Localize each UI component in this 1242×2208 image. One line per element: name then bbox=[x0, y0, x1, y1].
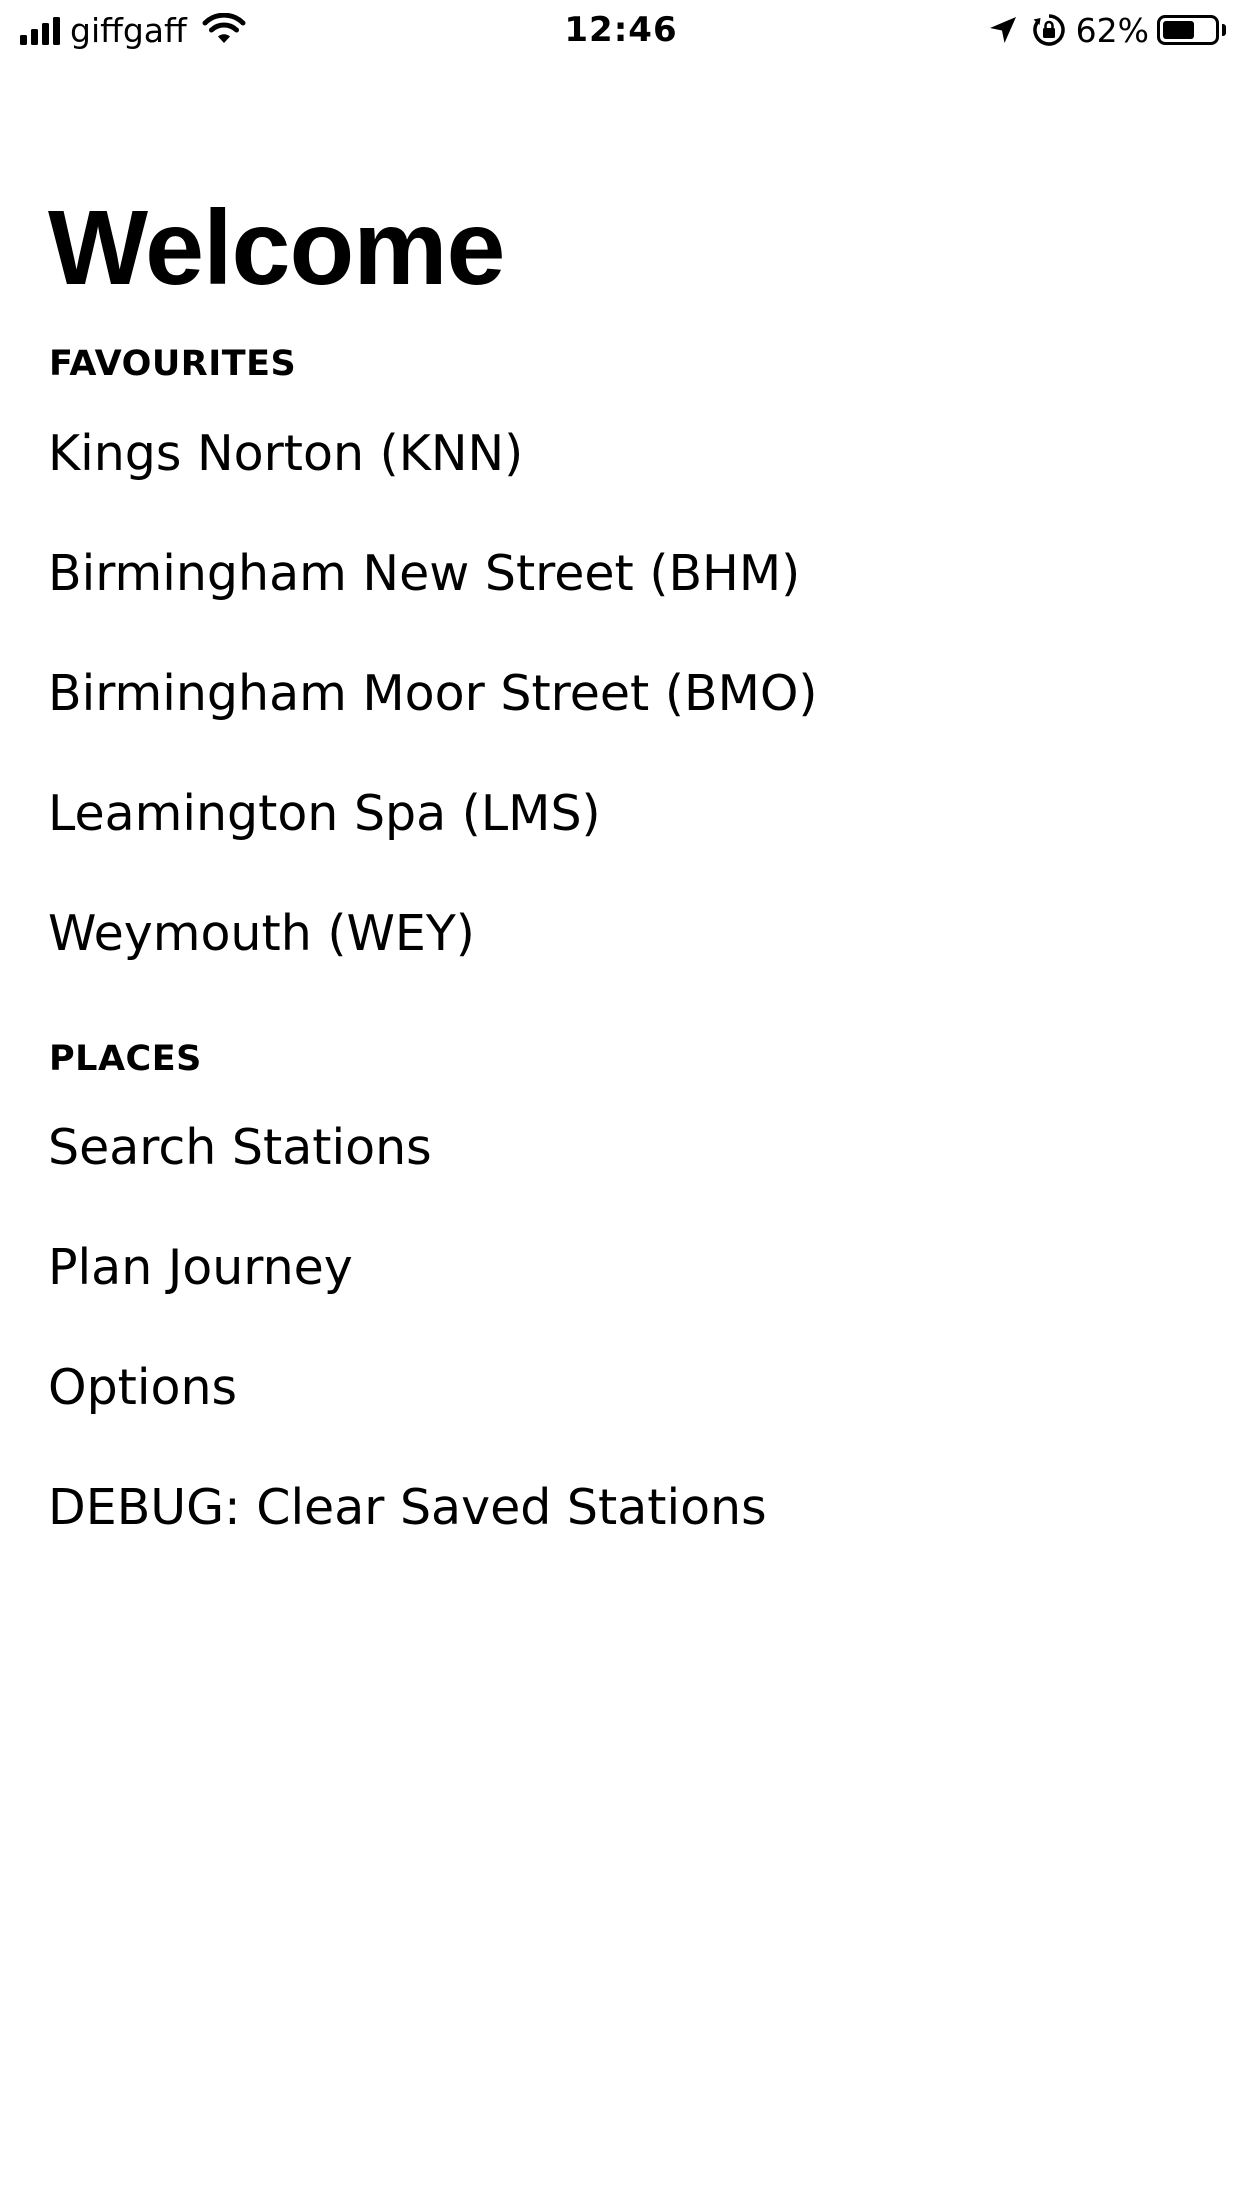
status-bar: giffgaff 12:46 62% bbox=[0, 0, 1242, 60]
favourite-station-item[interactable]: Kings Norton (KNN) bbox=[48, 414, 1198, 534]
debug-clear-saved-stations-item[interactable]: DEBUG: Clear Saved Stations bbox=[48, 1468, 1198, 1588]
favourite-station-item[interactable]: Birmingham New Street (BHM) bbox=[48, 534, 1198, 654]
battery-fill bbox=[1163, 21, 1194, 39]
favourites-header: FAVOURITES bbox=[49, 344, 297, 384]
battery-icon bbox=[1157, 15, 1219, 45]
status-bar-right: 62% bbox=[988, 8, 1226, 52]
favourite-station-item[interactable]: Birmingham Moor Street (BMO) bbox=[48, 654, 1198, 774]
battery-cap bbox=[1222, 24, 1226, 36]
battery-percentage: 62% bbox=[1075, 10, 1149, 50]
places-list: Search Stations Plan Journey Options DEB… bbox=[48, 1108, 1198, 1588]
location-arrow-icon bbox=[989, 17, 1016, 43]
search-stations-item[interactable]: Search Stations bbox=[48, 1108, 1198, 1228]
favourite-station-item[interactable]: Leamington Spa (LMS) bbox=[48, 774, 1198, 894]
favourites-list: Kings Norton (KNN) Birmingham New Street… bbox=[48, 414, 1198, 1014]
places-header: PLACES bbox=[49, 1039, 202, 1079]
options-item[interactable]: Options bbox=[48, 1348, 1198, 1468]
plan-journey-item[interactable]: Plan Journey bbox=[48, 1228, 1198, 1348]
page-title: Welcome bbox=[48, 189, 505, 307]
rotation-lock-icon bbox=[1032, 14, 1065, 46]
favourite-station-item[interactable]: Weymouth (WEY) bbox=[48, 894, 1198, 1014]
